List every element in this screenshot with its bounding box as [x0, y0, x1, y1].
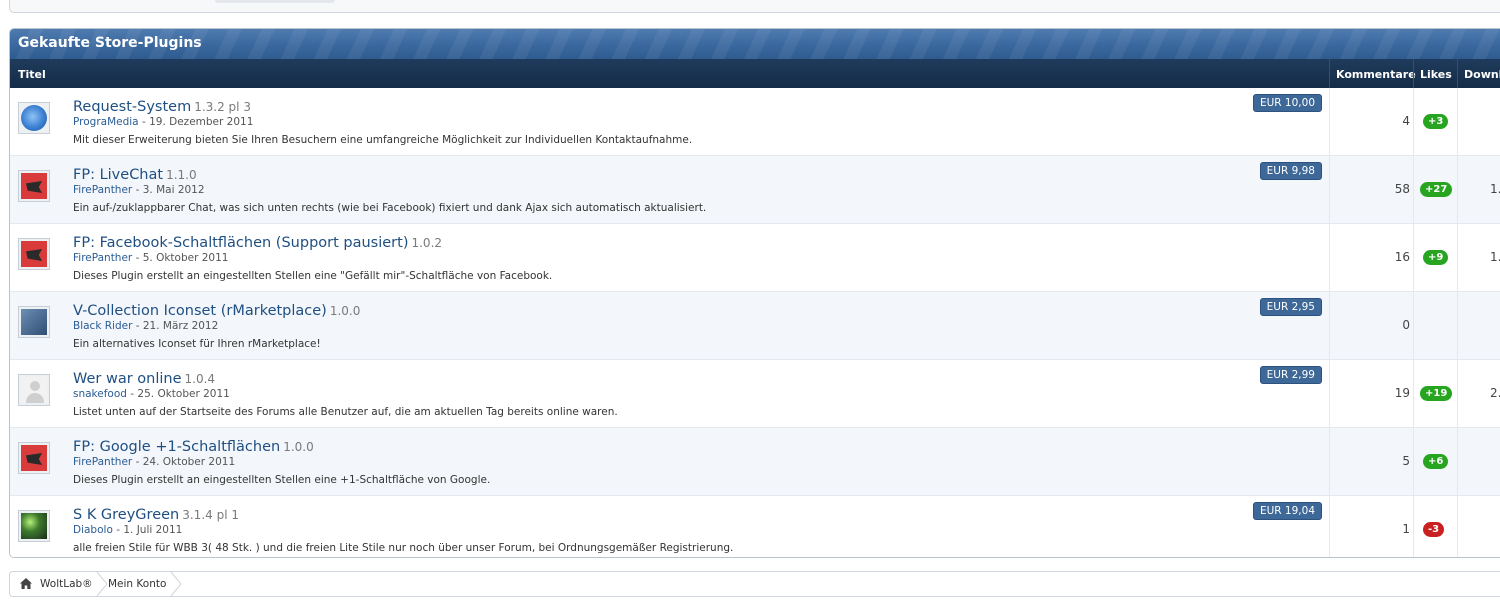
- plugin-date: - 21. März 2012: [135, 320, 219, 332]
- plugin-title-link[interactable]: FP: LiveChat: [73, 167, 163, 183]
- likes-badge: -3: [1423, 522, 1445, 537]
- price-badge: EUR 2,99: [1259, 366, 1322, 384]
- tab-stub: [215, 0, 335, 3]
- plugin-version: 1.3.2 pl 3: [194, 100, 251, 114]
- likes-badge: +27: [1420, 182, 1453, 197]
- table-header: Titel Kommentare Likes Downlo: [10, 59, 1500, 88]
- plugin-title-link[interactable]: FP: Facebook-Schaltflächen (Support paus…: [73, 235, 408, 251]
- author-link[interactable]: FirePanther: [73, 456, 132, 468]
- price-badge: EUR 19,04: [1252, 502, 1322, 520]
- author-link[interactable]: snakefood: [73, 388, 127, 400]
- breadcrumb-home-link[interactable]: WoltLab®: [40, 578, 93, 590]
- list-item: V-Collection Iconset (rMarketplace) 1.0.0…: [10, 292, 1500, 360]
- plugin-title-link[interactable]: FP: Google +1-Schaltflächen: [73, 439, 280, 455]
- breadcrumb: WoltLab® Mein Konto: [9, 571, 1500, 597]
- list-item: Wer war online 1.0.4 snakefood - 25. Oktob…: [10, 360, 1500, 428]
- author-link[interactable]: FirePanther: [73, 252, 132, 264]
- greygreen-icon[interactable]: [18, 510, 50, 542]
- plugin-date: - 24. Oktober 2011: [135, 456, 236, 468]
- comment-count: 16: [1394, 250, 1410, 264]
- section-title: Gekaufte Store-Plugins: [18, 35, 202, 51]
- likes-badge: +3: [1423, 114, 1449, 129]
- breadcrumb-mein-konto-link[interactable]: Mein Konto: [108, 578, 166, 590]
- plugin-title-link[interactable]: Wer war online: [73, 371, 182, 387]
- comment-count: 58: [1394, 182, 1410, 196]
- comment-count: 19: [1394, 386, 1410, 400]
- plugin-date: - 3. Mai 2012: [135, 184, 205, 196]
- plugin-description: Ein alternatives Iconset für Ihren rMark…: [73, 338, 321, 350]
- firepanther-icon[interactable]: [18, 238, 50, 270]
- plugin-date: - 19. Dezember 2011: [141, 116, 254, 128]
- globe-icon[interactable]: [18, 102, 50, 134]
- author-link[interactable]: FirePanther: [73, 184, 132, 196]
- breadcrumb-separator: [170, 572, 182, 596]
- user-placeholder-icon[interactable]: [18, 374, 50, 406]
- list-item: FP: LiveChat 1.1.0 FirePanther - 3. Mai 20…: [10, 156, 1500, 224]
- author-link[interactable]: Black Rider: [73, 320, 132, 332]
- column-comments[interactable]: Kommentare: [1336, 68, 1416, 81]
- iconset-icon[interactable]: [18, 306, 50, 338]
- comment-count: 0: [1402, 318, 1410, 332]
- plugin-description: Dieses Plugin erstellt an eingestellten …: [73, 270, 553, 282]
- plugin-version: 1.0.0: [329, 304, 361, 318]
- list-item: S K GreyGreen 3.1.4 pl 1 Diabolo - 1. Juli…: [10, 496, 1500, 557]
- list-item: FP: Google +1-Schaltflächen 1.0.0 FirePant…: [10, 428, 1500, 496]
- column-downloads[interactable]: Downlo: [1464, 68, 1500, 81]
- plugin-date: - 1. Juli 2011: [116, 524, 183, 536]
- comment-count: 4: [1402, 114, 1410, 128]
- plugin-title-link[interactable]: V-Collection Iconset (rMarketplace): [73, 303, 327, 319]
- top-panel-edge: [9, 0, 1500, 13]
- plugin-date: - 25. Oktober 2011: [130, 388, 230, 400]
- plugin-description: Dieses Plugin erstellt an eingestellten …: [73, 474, 491, 486]
- plugin-version: 3.1.4 pl 1: [182, 508, 239, 522]
- download-count: 1.: [1490, 250, 1500, 264]
- plugins-container: Gekaufte Store-Plugins Titel Kommentare …: [9, 28, 1500, 558]
- plugin-version: 1.0.4: [184, 372, 216, 386]
- column-likes[interactable]: Likes: [1420, 68, 1452, 81]
- plugin-description: alle freien Stile für WBB 3( 48 Stk. ) u…: [73, 542, 734, 554]
- plugin-title-link[interactable]: Request-System: [73, 99, 191, 115]
- column-title[interactable]: Titel: [18, 68, 46, 81]
- plugin-version: 1.0.2: [411, 236, 443, 250]
- firepanther-icon[interactable]: [18, 442, 50, 474]
- plugin-description: Mit dieser Erweiterung bieten Sie Ihren …: [73, 134, 693, 146]
- download-count: 2.: [1490, 386, 1500, 400]
- section-header: Gekaufte Store-Plugins: [10, 29, 1500, 59]
- likes-badge: +9: [1423, 250, 1449, 265]
- plugin-description: Listet unten auf der Startseite des Foru…: [73, 406, 618, 418]
- home-icon[interactable]: [20, 578, 32, 589]
- breadcrumb-separator: [96, 572, 108, 596]
- download-count: 1.: [1490, 182, 1500, 196]
- likes-badge: +6: [1423, 454, 1449, 469]
- plugin-description: Ein auf-/zuklappbarer Chat, was sich unt…: [73, 202, 707, 214]
- plugin-date: - 5. Oktober 2011: [135, 252, 229, 264]
- firepanther-icon[interactable]: [18, 170, 50, 202]
- price-badge: EUR 10,00: [1252, 94, 1322, 112]
- comment-count: 5: [1402, 454, 1410, 468]
- plugin-version: 1.1.0: [166, 168, 197, 182]
- list-item: FP: Facebook-Schaltflächen (Support paus…: [10, 224, 1500, 292]
- list-item: Request-System 1.3.2 pl 3 PrograMedia - 19…: [10, 88, 1500, 156]
- likes-badge: +19: [1420, 386, 1453, 401]
- author-link[interactable]: Diabolo: [73, 524, 113, 536]
- plugin-list: Request-System 1.3.2 pl 3 PrograMedia - 19…: [10, 88, 1500, 557]
- price-badge: EUR 9,98: [1259, 162, 1322, 180]
- price-badge: EUR 2,95: [1259, 298, 1322, 316]
- comment-count: 1: [1402, 522, 1410, 536]
- plugin-title-link[interactable]: S K GreyGreen: [73, 507, 179, 523]
- plugin-version: 1.0.0: [283, 440, 314, 454]
- author-link[interactable]: PrograMedia: [73, 116, 139, 128]
